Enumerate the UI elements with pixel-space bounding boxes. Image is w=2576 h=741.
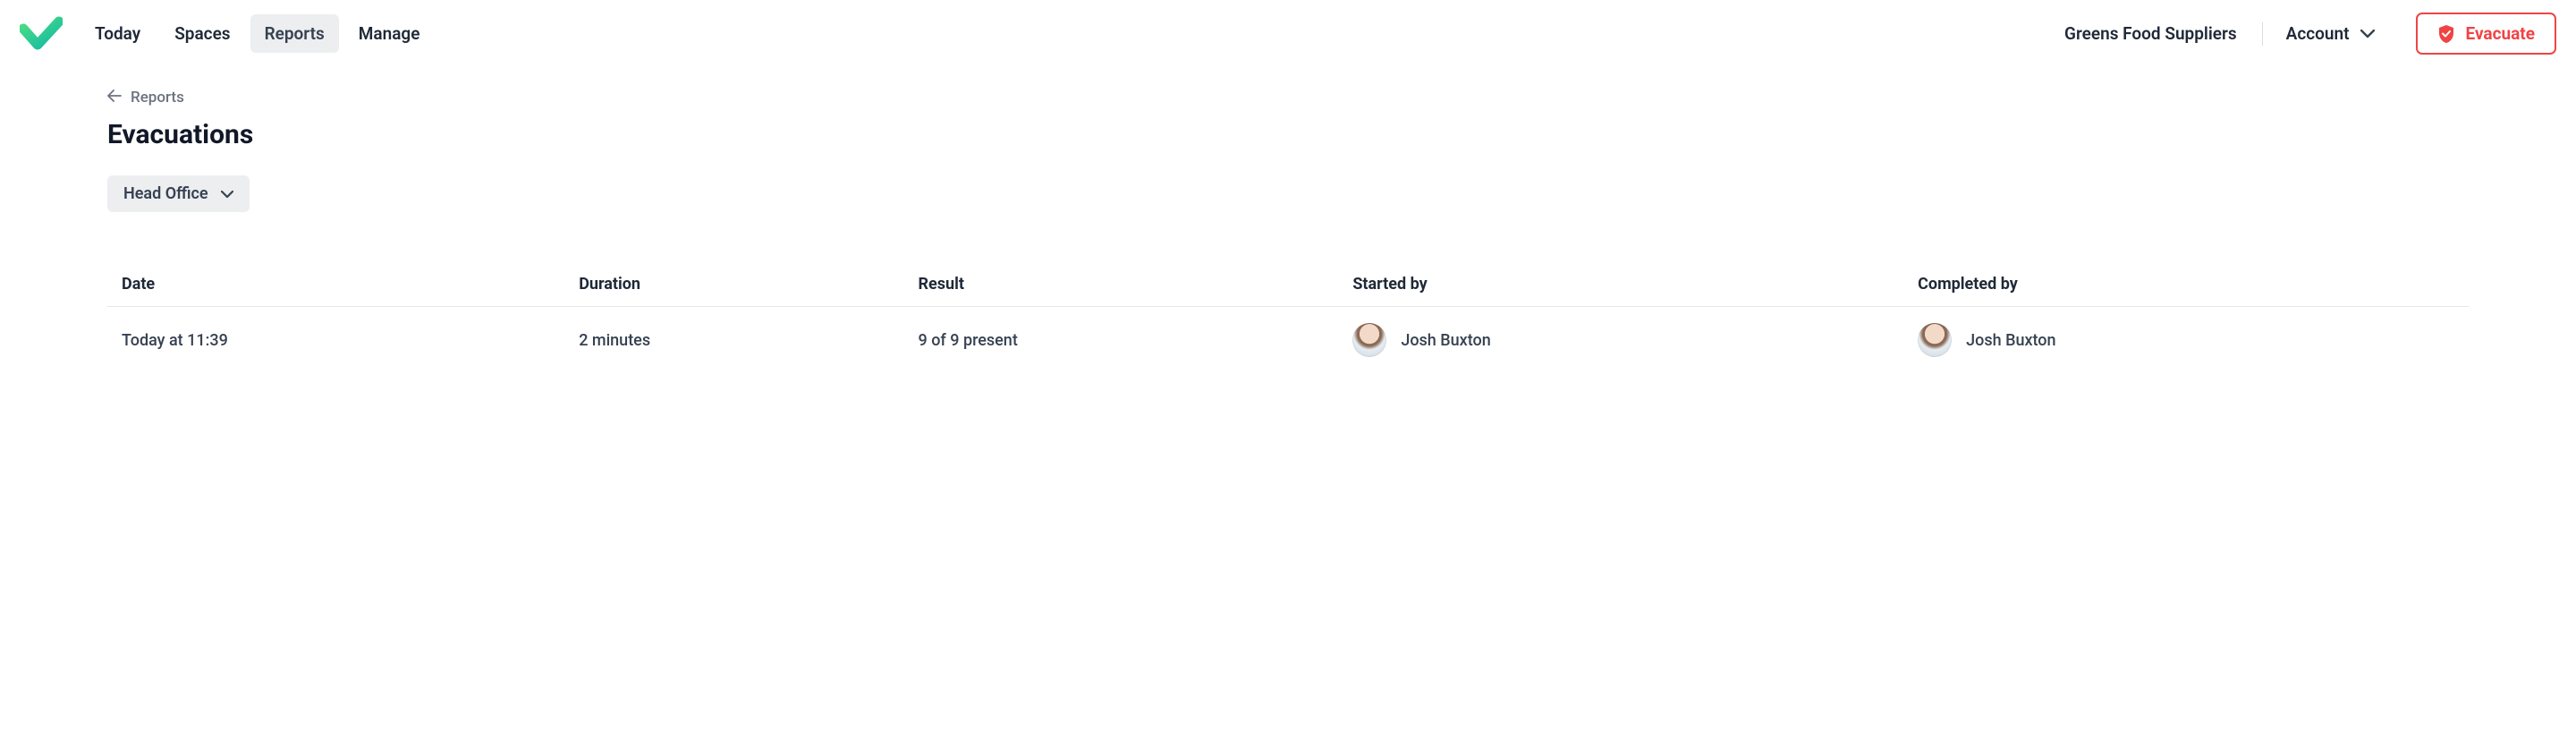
org-name: Greens Food Suppliers: [2046, 23, 2255, 44]
col-duration: Duration: [564, 262, 903, 307]
evacuations-table: Date Duration Result Started by Complete…: [107, 262, 2469, 373]
account-label: Account: [2286, 23, 2350, 44]
nav-reports[interactable]: Reports: [250, 14, 339, 53]
cell-date: Today at 11:39: [107, 307, 564, 374]
nav-today[interactable]: Today: [80, 14, 155, 53]
nav-manage[interactable]: Manage: [344, 14, 435, 53]
chevron-down-icon: [221, 184, 233, 203]
col-date: Date: [107, 262, 564, 307]
breadcrumb-label: Reports: [131, 89, 184, 106]
app-logo[interactable]: [20, 14, 63, 54]
cell-completed-by: Josh Buxton: [1903, 307, 2469, 374]
cell-duration: 2 minutes: [564, 307, 903, 374]
table-row[interactable]: Today at 11:39 2 minutes 9 of 9 present …: [107, 307, 2469, 374]
account-menu[interactable]: Account: [2270, 14, 2391, 53]
arrow-left-icon: [107, 89, 122, 106]
evacuate-label: Evacuate: [2466, 23, 2536, 44]
cell-started-by: Josh Buxton: [1338, 307, 1903, 374]
location-filter[interactable]: Head Office: [107, 175, 250, 212]
top-nav: Today Spaces Reports Manage Greens Food …: [0, 0, 2576, 67]
user-name: Josh Buxton: [1966, 331, 2055, 350]
main-content: Reports Evacuations Head Office Date Dur…: [0, 67, 2576, 409]
page-title: Evacuations: [107, 119, 2469, 150]
col-started-by: Started by: [1338, 262, 1903, 307]
col-completed-by: Completed by: [1903, 262, 2469, 307]
breadcrumb-back[interactable]: Reports: [107, 85, 184, 110]
nav-spaces[interactable]: Spaces: [160, 14, 244, 53]
shield-check-icon: [2437, 24, 2455, 44]
location-filter-label: Head Office: [123, 184, 208, 203]
chevron-down-icon: [2360, 30, 2375, 38]
evacuate-button[interactable]: Evacuate: [2416, 13, 2557, 55]
filter-row: Head Office: [107, 175, 2469, 212]
col-result: Result: [904, 262, 1339, 307]
avatar: [1918, 323, 1952, 357]
divider: [2262, 22, 2263, 46]
nav-primary: Today Spaces Reports Manage: [80, 14, 434, 53]
user-name: Josh Buxton: [1401, 331, 1490, 350]
table-header-row: Date Duration Result Started by Complete…: [107, 262, 2469, 307]
avatar: [1352, 323, 1386, 357]
logo-check-icon: [20, 16, 63, 52]
cell-result: 9 of 9 present: [904, 307, 1339, 374]
